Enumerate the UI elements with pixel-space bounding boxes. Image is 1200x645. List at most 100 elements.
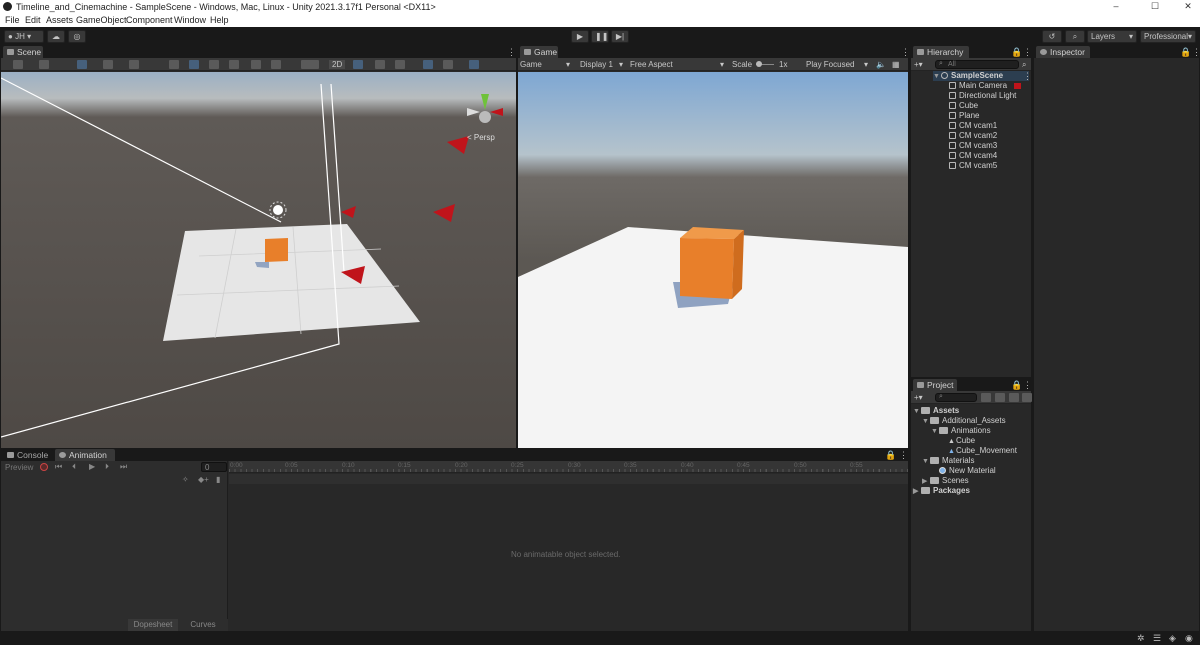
hierarchy-item-cm-vcam5[interactable]: CM vcam5 [949, 161, 997, 171]
minimize-button[interactable]: – [1104, 0, 1128, 14]
transform-tool-icon[interactable] [271, 60, 281, 69]
cube-object[interactable] [265, 238, 288, 262]
scene-root[interactable]: ▼ SampleScene [933, 71, 1029, 81]
hierarchy-item-cube[interactable]: Cube [949, 101, 978, 111]
play-focused-dropdown[interactable]: Play Focused [806, 60, 854, 69]
search-by-type-icon[interactable] [981, 393, 991, 402]
cloud-button[interactable]: ☁ [47, 30, 65, 43]
step-button[interactable]: ▶| [611, 30, 629, 43]
project-asset-cube-movement[interactable]: ▲Cube_Movement [948, 446, 1017, 456]
scale-tool-icon[interactable] [229, 60, 239, 69]
filter-key-icon[interactable]: ✧ [182, 475, 189, 484]
tab-inspector[interactable]: Inspector [1036, 46, 1090, 58]
record-icon[interactable] [40, 463, 48, 471]
history-button[interactable]: ↺ [1042, 30, 1062, 43]
menu-window[interactable]: Window [174, 15, 206, 25]
hierarchy-search-input[interactable]: ⌕ All [935, 60, 1019, 69]
persp-label[interactable]: < Persp [467, 133, 495, 142]
create-dropdown[interactable]: +▾ [914, 60, 923, 69]
project-search-input[interactable]: ⌕ [935, 393, 977, 402]
menu-help[interactable]: Help [210, 15, 229, 25]
project-packages-root[interactable]: ▶ Packages [913, 486, 970, 496]
hierarchy-item-directional-light[interactable]: Directional Light [949, 91, 1016, 101]
pivot-icon[interactable] [77, 60, 87, 69]
panel-menu-icon[interactable]: ⋮ [899, 450, 908, 460]
notification-icon[interactable]: ◉ [1185, 633, 1193, 644]
lock-icon[interactable]: 🔒 [1011, 47, 1022, 57]
dopesheet-button[interactable]: Dopesheet [128, 619, 178, 631]
2d-toggle[interactable]: 2D [329, 60, 346, 69]
tab-scene[interactable]: Scene [3, 46, 43, 58]
scene-menu-icon[interactable]: ⋮ [1023, 71, 1032, 81]
create-dropdown[interactable]: +▾ [914, 393, 923, 402]
timeline-ruler[interactable]: 0:00 0:05 0:10 0:15 0:20 0:25 0:30 0:35 … [229, 461, 908, 473]
shading-icon[interactable] [301, 60, 319, 69]
hierarchy-item-cm-vcam4[interactable]: CM vcam4 [949, 151, 997, 161]
project-folder-animations[interactable]: ▼ Animations [931, 426, 991, 436]
menu-edit[interactable]: Edit [25, 15, 41, 25]
collab-button[interactable]: ◎ [68, 30, 86, 43]
layers-stack-icon[interactable]: ☰ [1153, 633, 1161, 644]
project-asset-cube-anim[interactable]: ▲Cube [948, 436, 975, 446]
close-button[interactable]: ✕ [1176, 0, 1200, 14]
audio-icon[interactable] [375, 60, 385, 69]
debug-icon[interactable]: ✲ [1137, 633, 1145, 644]
panel-menu-icon[interactable]: ⋮ [901, 47, 910, 57]
hidden-packages-icon[interactable] [1022, 393, 1032, 402]
scale-slider-thumb[interactable] [756, 61, 762, 67]
hand-tool-icon[interactable] [169, 60, 179, 69]
rotate-tool-icon[interactable] [209, 60, 219, 69]
panel-menu-icon[interactable]: ⋮ [1023, 47, 1032, 57]
last-key-icon[interactable]: ⏭ [120, 462, 127, 472]
increment-snap-icon[interactable] [129, 60, 139, 69]
tab-animation[interactable]: Animation [55, 449, 115, 461]
camera-icon[interactable] [443, 60, 453, 69]
draw-mode-icon[interactable] [13, 60, 23, 69]
favorite-icon[interactable] [1009, 393, 1019, 402]
prev-key-icon[interactable]: ⏴ [72, 462, 76, 472]
stats-icon[interactable]: ▦ [892, 60, 900, 69]
tab-game[interactable]: Game [520, 46, 558, 58]
rect-tool-icon[interactable] [251, 60, 261, 69]
project-folder-materials[interactable]: ▼ Materials [922, 456, 974, 466]
aspect-dropdown[interactable]: Free Aspect [630, 60, 673, 69]
add-keyframe-icon[interactable]: ◆+ [198, 475, 209, 484]
lighting-icon[interactable] [353, 60, 363, 69]
effects-icon[interactable] [395, 60, 405, 69]
cache-icon[interactable]: ◈ [1169, 633, 1176, 644]
panel-menu-icon[interactable]: ⋮ [1023, 380, 1032, 390]
play-icon[interactable]: ▶ [89, 462, 95, 471]
grid-snap-icon[interactable] [103, 60, 113, 69]
game-mode-dropdown[interactable]: Game [520, 60, 542, 69]
menu-component[interactable]: Component [126, 15, 173, 25]
account-dropdown[interactable]: ● JH ▾ [4, 30, 44, 43]
play-button[interactable]: ▶ [571, 30, 589, 43]
hierarchy-item-cm-vcam3[interactable]: CM vcam3 [949, 141, 997, 151]
hierarchy-item-cm-vcam1[interactable]: CM vcam1 [949, 121, 997, 131]
hierarchy-item-plane[interactable]: Plane [949, 111, 979, 121]
panel-menu-icon[interactable]: ⋮ [1192, 47, 1200, 57]
menu-assets[interactable]: Assets [46, 15, 73, 25]
maximize-button[interactable]: ☐ [1143, 0, 1167, 14]
layout-dropdown[interactable]: Professional ▾ [1140, 30, 1196, 43]
tab-console[interactable]: Console [3, 449, 53, 461]
menu-file[interactable]: File [5, 15, 20, 25]
hierarchy-item-cm-vcam2[interactable]: CM vcam2 [949, 131, 997, 141]
project-folder-scenes[interactable]: ▶ Scenes [922, 476, 969, 486]
visibility-icon[interactable] [423, 60, 433, 69]
filter-icon[interactable]: ⌕ [1022, 60, 1026, 69]
layers-dropdown[interactable]: Layers ▾ [1087, 30, 1137, 43]
move-tool-icon[interactable] [189, 60, 199, 69]
project-folder-additional-assets[interactable]: ▼ Additional_Assets [922, 416, 1006, 426]
search-by-label-icon[interactable] [995, 393, 1005, 402]
frame-input[interactable]: 0 [201, 462, 227, 472]
tab-hierarchy[interactable]: Hierarchy [913, 46, 969, 58]
lock-icon[interactable]: 🔒 [885, 450, 896, 460]
scene-viewport[interactable] [1, 72, 516, 448]
render-mode-icon[interactable] [39, 60, 49, 69]
lock-icon[interactable]: 🔒 [1011, 380, 1022, 390]
lock-icon[interactable]: 🔒 [1180, 47, 1191, 57]
tab-project[interactable]: Project [913, 379, 957, 391]
project-asset-new-material[interactable]: New Material [939, 466, 996, 476]
display-dropdown[interactable]: Display 1 [580, 60, 613, 69]
